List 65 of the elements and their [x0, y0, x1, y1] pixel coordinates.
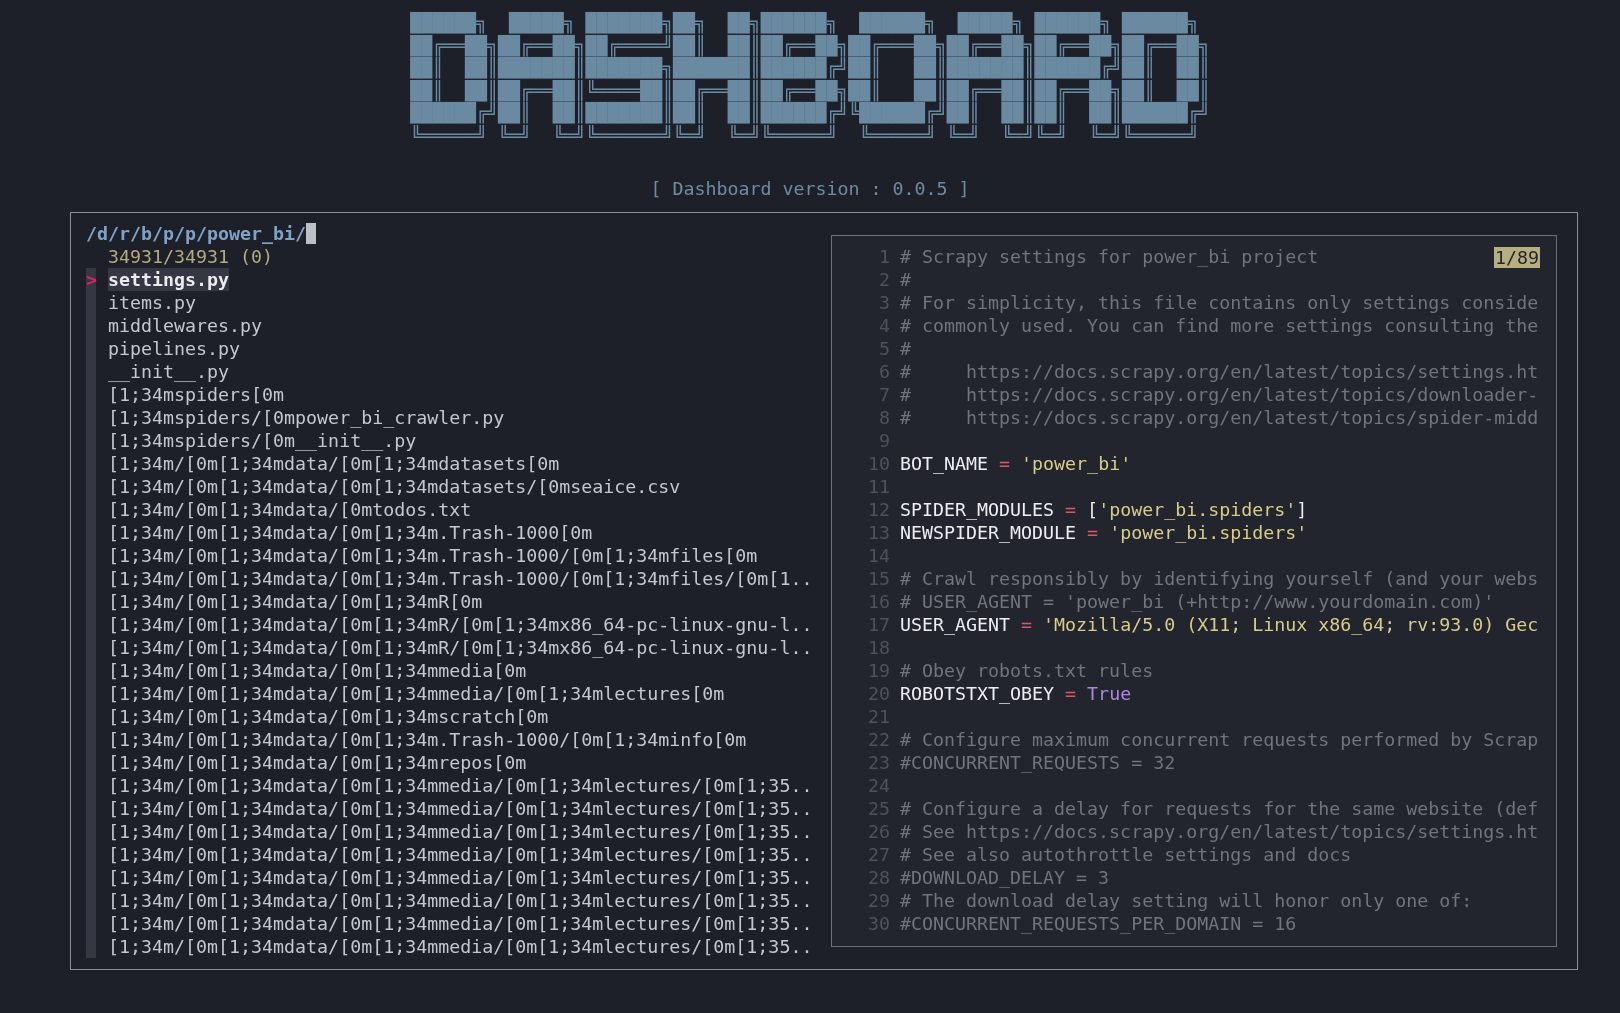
banner-line: ██████╗ █████╗ ███████╗██╗ ██╗██████╗ ██████╗ █████╗ ██████╗ ██████╗ [410, 12, 1199, 34]
file-item[interactable]: middlewares.py [108, 314, 263, 337]
file-item[interactable]: [1;34m/[0m[1;34mdata/[0m[1;34mmedia/[0m[1;34mlectures[0m [108, 682, 725, 705]
code-line: # Configure a delay for requests for the same website (def [900, 797, 1539, 820]
code-line: BOT_NAME = 'power_bi' [900, 452, 1132, 475]
position-badge: 1/89 [1493, 247, 1540, 268]
file-item[interactable]: [1;34m/[0m[1;34mdata/[0m[1;34mscratch[0m [108, 705, 549, 728]
code-line: # Crawl responsibly by identifying yourself (and your webs [900, 567, 1539, 590]
file-item[interactable]: [1;34m/[0m[1;34mdata/[0m[1;34mR/[0m[1;34mx86_64-pc-linux-gnu-l.. [108, 613, 813, 636]
banner-line: ██████╔╝██║ ██║███████║██║ ██║██████╔╝╚██████╔╝██║ ██║██║ ██║██████╔╝ [410, 102, 1210, 124]
search-prompt[interactable]: /d/r/b/p/p/power_bi/ [86, 222, 307, 245]
file-item[interactable]: [1;34m/[0m[1;34mdata/[0m[1;34mmedia/[0m[1;34mlectures/[0m[1;35.. [108, 774, 813, 797]
code-line: # Obey robots.txt rules [900, 659, 1154, 682]
file-item[interactable]: [1;34m/[0m[1;34mdata/[0m[1;34mmedia/[0m[1;34mlectures/[0m[1;35.. [108, 820, 813, 843]
file-item[interactable]: pipelines.py [108, 337, 241, 360]
file-item[interactable]: [1;34m/[0m[1;34mdata/[0m[1;34mmedia[0m [108, 659, 527, 682]
version-label: [ Dashboard version : 0.0.5 ] [649, 177, 971, 200]
code-line: # https://docs.scrapy.org/en/latest/topics/spider-midd [900, 406, 1539, 429]
banner-line: ██║ ██║███████║███████╗███████║██████╔╝██║ ██║███████║██████╔╝██║ ██║ [410, 57, 1210, 79]
code-line: # See also autothrottle settings and docs [900, 843, 1352, 866]
file-item[interactable]: __init__.py [108, 360, 230, 383]
file-item[interactable]: [1;34mspiders[0m [108, 383, 285, 406]
text-cursor [306, 223, 317, 244]
file-item[interactable]: settings.py [108, 268, 230, 291]
file-item[interactable]: [1;34m/[0m[1;34mdata/[0m[1;34m.Trash-1000[0m [108, 521, 593, 544]
file-item[interactable]: [1;34mspiders/[0mpower_bi_crawler.py [108, 406, 505, 429]
file-item[interactable]: [1;34mspiders/[0m__init__.py [108, 429, 417, 452]
code-line: # https://docs.scrapy.org/en/latest/topics/downloader- [900, 383, 1539, 406]
match-count: 34931/34931 (0) [108, 245, 274, 268]
file-item[interactable]: [1;34m/[0m[1;34mdata/[0m[1;34mmedia/[0m[1;34mlectures/[0m[1;35.. [108, 912, 813, 935]
code-line: NEWSPIDER_MODULE = 'power_bi.spiders' [900, 521, 1308, 544]
file-item[interactable]: [1;34m/[0m[1;34mdata/[0m[1;34mrepos[0m [108, 751, 527, 774]
code-line: # For simplicity, this file contains only settings conside [900, 291, 1539, 314]
file-item[interactable]: items.py [108, 291, 197, 314]
code-line: # The download delay setting will honor only one of: [900, 889, 1473, 912]
file-item[interactable]: [1;34m/[0m[1;34mdata/[0m[1;34mmedia/[0m[1;34mlectures/[0m[1;35.. [108, 889, 813, 912]
code-line: #CONCURRENT_REQUESTS = 32 [900, 751, 1176, 774]
file-item[interactable]: [1;34m/[0m[1;34mdata/[0m[1;34mdatasets/[0mseaice.csv [108, 475, 681, 498]
file-item[interactable]: [1;34m/[0m[1;34mdata/[0m[1;34mmedia/[0m[1;34mlectures/[0m[1;35.. [108, 866, 813, 889]
code-line: # [900, 337, 911, 360]
code-line: # Scrapy settings for power_bi project [900, 245, 1319, 268]
code-line: # commonly used. You can find more settings consulting the [900, 314, 1539, 337]
code-line: USER_AGENT = 'Mozilla/5.0 (X11; Linux x86_64; rv:93.0) Gec [900, 613, 1539, 636]
code-line: # See https://docs.scrapy.org/en/latest/topics/settings.ht [900, 820, 1539, 843]
file-item[interactable]: [1;34m/[0m[1;34mdata/[0mtodos.txt [108, 498, 472, 521]
file-item[interactable]: [1;34m/[0m[1;34mdata/[0m[1;34mmedia/[0m[1;34mlectures/[0m[1;35.. [108, 843, 813, 866]
code-line: SPIDER_MODULES = ['power_bi.spiders'] [900, 498, 1308, 521]
code-line: #DOWNLOAD_DELAY = 3 [900, 866, 1110, 889]
file-item[interactable]: [1;34m/[0m[1;34mdata/[0m[1;34mmedia/[0m[1;34mlectures/[0m[1;35.. [108, 935, 813, 958]
code-line: #CONCURRENT_REQUESTS_PER_DOMAIN = 16 [900, 912, 1297, 935]
file-item[interactable]: [1;34m/[0m[1;34mdata/[0m[1;34mR/[0m[1;34mx86_64-pc-linux-gnu-l.. [108, 636, 813, 659]
file-item[interactable]: [1;34m/[0m[1;34mdata/[0m[1;34mdatasets[0m [108, 452, 560, 475]
code-line: ROBOTSTXT_OBEY = True [900, 682, 1132, 705]
banner-line: ╚═════╝ ╚═╝ ╚═╝╚══════╝╚═╝ ╚═╝╚═════╝ ╚═════╝ ╚═╝ ╚═╝╚═╝ ╚═╝╚═════╝ [410, 124, 1199, 147]
file-item[interactable]: [1;34m/[0m[1;34mdata/[0m[1;34mmedia/[0m[1;34mlectures/[0m[1;35.. [108, 797, 813, 820]
code-line: # USER_AGENT = 'power_bi (+http://www.yourdomain.com)' [900, 590, 1495, 613]
code-line: # [900, 268, 911, 291]
banner-line: ██║ ██║██╔══██║╚════██║██╔══██║██╔══██╗██║ ██║██╔══██║██╔══██╗██║ ██║ [410, 79, 1210, 102]
file-item[interactable]: [1;34m/[0m[1;34mdata/[0m[1;34m.Trash-1000/[0m[1;34minfo[0m [108, 728, 747, 751]
code-line: # Configure maximum concurrent requests performed by Scrap [900, 728, 1539, 751]
file-item[interactable]: [1;34m/[0m[1;34mdata/[0m[1;34mR[0m [108, 590, 483, 613]
file-item[interactable]: [1;34m/[0m[1;34mdata/[0m[1;34m.Trash-1000/[0m[1;34mfiles[0m [108, 544, 758, 567]
banner-line: ██╔══██╗██╔══██╗██╔════╝██║ ██║██╔══██╗██╔═══██╗██╔══██╗██╔══██╗██╔══██╗ [410, 34, 1210, 57]
code-line: # https://docs.scrapy.org/en/latest/topics/settings.ht [900, 360, 1539, 383]
file-item[interactable]: [1;34m/[0m[1;34mdata/[0m[1;34m.Trash-1000/[0m[1;34mfiles/[0m[1.. [108, 567, 813, 590]
